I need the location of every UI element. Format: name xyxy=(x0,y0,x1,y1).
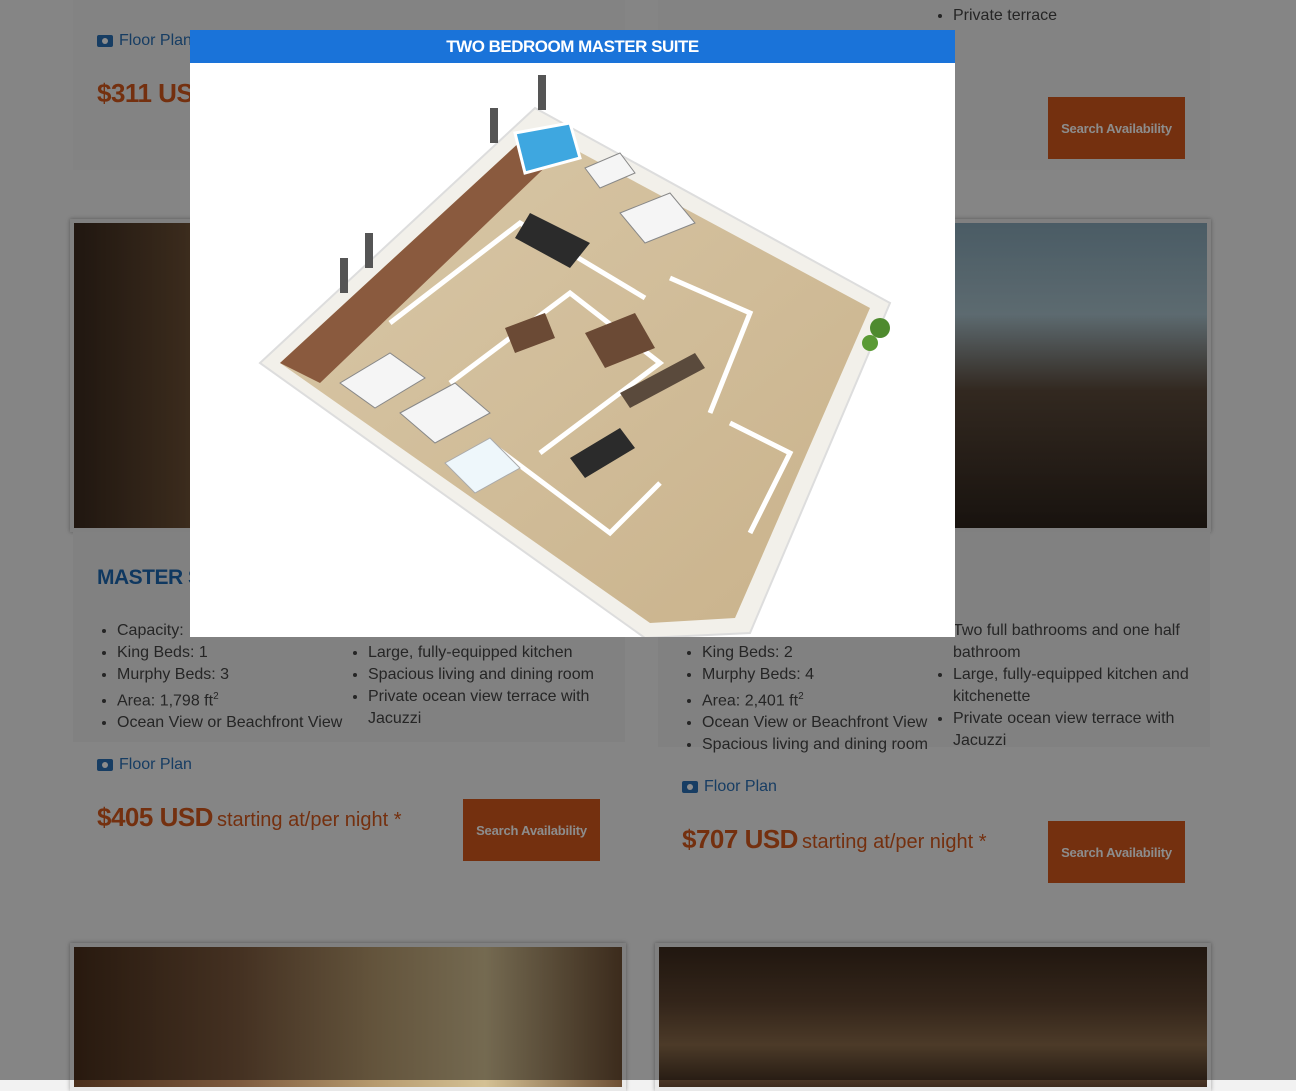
floor-plan-image xyxy=(258,75,892,637)
floor-plan-drawing xyxy=(258,75,892,637)
floor-plan-modal: TWO BEDROOM MASTER SUITE xyxy=(190,30,955,637)
modal-title: TWO BEDROOM MASTER SUITE xyxy=(190,30,955,63)
